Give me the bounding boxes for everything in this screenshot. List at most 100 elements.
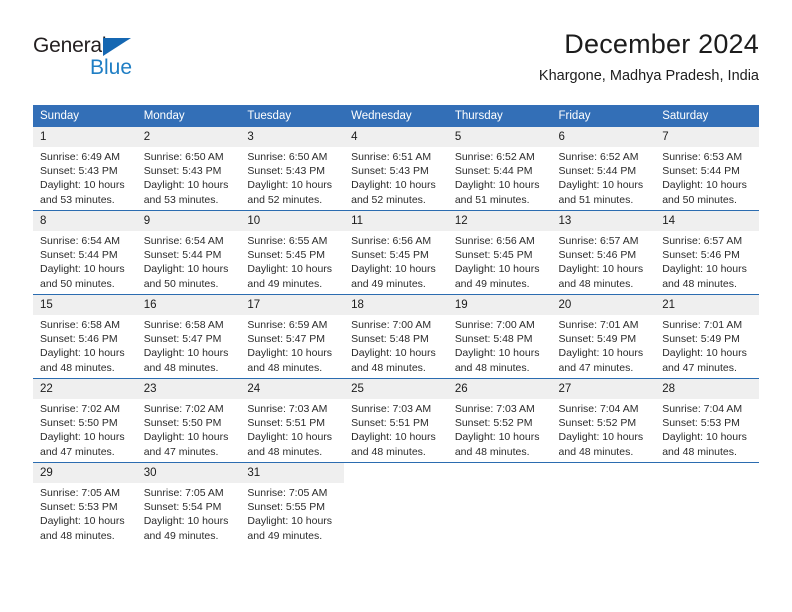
day-cell: 17 Sunrise: 6:59 AM Sunset: 5:47 PM Dayligh…: [240, 294, 345, 379]
day-cell-inner[interactable]: 29 Sunrise: 7:05 AM Sunset: 5:53 PM Dayligh…: [33, 463, 137, 546]
day-cell-inner[interactable]: 2 Sunrise: 6:50 AM Sunset: 5:43 PM Daylight…: [136, 127, 241, 210]
day-number: 19: [447, 295, 552, 315]
day-cell-inner[interactable]: 27 Sunrise: 7:04 AM Sunset: 5:52 PM Dayligh…: [551, 379, 656, 462]
logo-text-general: General: [33, 34, 107, 57]
day-cell-inner[interactable]: 21 Sunrise: 7:01 AM Sunset: 5:49 PM Dayligh…: [655, 295, 759, 378]
day-cell-inner[interactable]: 6 Sunrise: 6:52 AM Sunset: 5:44 PM Daylight…: [551, 127, 656, 210]
general-blue-logo[interactable]: General Blue: [33, 34, 193, 90]
daylight-text: Daylight: 10 hours and 48 minutes.: [247, 347, 333, 374]
day-cell-inner[interactable]: 11 Sunrise: 6:56 AM Sunset: 5:45 PM Dayligh…: [344, 211, 448, 294]
day-number: 2: [136, 127, 241, 147]
sunrise-text: Sunrise: 6:59 AM: [247, 319, 328, 331]
day-details: Sunrise: 6:52 AM Sunset: 5:44 PM Daylight:…: [448, 147, 552, 207]
day-details: Sunrise: 6:52 AM Sunset: 5:44 PM Daylight:…: [552, 147, 656, 207]
sunrise-text: Sunrise: 7:03 AM: [454, 403, 535, 415]
day-cell: 2 Sunrise: 6:50 AM Sunset: 5:43 PM Daylight…: [136, 127, 241, 211]
daylight-text: Daylight: 10 hours and 48 minutes.: [662, 263, 747, 290]
day-details: Sunrise: 7:03 AM Sunset: 5:52 PM Daylight:…: [448, 399, 552, 459]
daylight-text: Daylight: 10 hours and 48 minutes.: [558, 431, 644, 458]
day-cell-inner[interactable]: 16 Sunrise: 6:58 AM Sunset: 5:47 PM Dayligh…: [136, 295, 241, 378]
sunrise-text: Sunrise: 6:54 AM: [143, 235, 224, 247]
day-cell-inner[interactable]: 7 Sunrise: 6:53 AM Sunset: 5:44 PM Daylight…: [655, 127, 759, 210]
day-details: Sunrise: 7:00 AM Sunset: 5:48 PM Daylight:…: [344, 315, 448, 375]
day-cell-inner[interactable]: 17 Sunrise: 6:59 AM Sunset: 5:47 PM Dayligh…: [240, 295, 345, 378]
daylight-text: Daylight: 10 hours and 48 minutes.: [247, 431, 333, 458]
day-cell-inner[interactable]: 5 Sunrise: 6:52 AM Sunset: 5:44 PM Daylight…: [447, 127, 552, 210]
day-cell-inner[interactable]: 20 Sunrise: 7:01 AM Sunset: 5:49 PM Dayligh…: [551, 295, 656, 378]
day-number: 15: [33, 295, 137, 315]
day-cell-inner[interactable]: 22 Sunrise: 7:02 AM Sunset: 5:50 PM Dayligh…: [33, 379, 137, 462]
day-cell-inner[interactable]: 31 Sunrise: 7:05 AM Sunset: 5:55 PM Dayligh…: [240, 463, 345, 546]
day-number: [552, 463, 656, 470]
day-cell-inner[interactable]: 18 Sunrise: 7:00 AM Sunset: 5:48 PM Dayligh…: [344, 295, 448, 378]
daylight-text: Daylight: 10 hours and 51 minutes.: [454, 179, 540, 206]
day-details: Sunrise: 7:05 AM Sunset: 5:53 PM Daylight:…: [33, 483, 137, 543]
week-row: 1 Sunrise: 6:49 AM Sunset: 5:43 PM Daylight…: [33, 127, 759, 211]
day-cell: 27 Sunrise: 7:04 AM Sunset: 5:52 PM Dayligh…: [551, 378, 656, 463]
day-number: 11: [344, 211, 448, 231]
daylight-text: Daylight: 10 hours and 49 minutes.: [143, 515, 229, 542]
day-details: Sunrise: 6:50 AM Sunset: 5:43 PM Daylight:…: [137, 147, 241, 207]
day-number: 8: [33, 211, 137, 231]
sunset-text: Sunset: 5:50 PM: [143, 417, 222, 430]
day-details: Sunrise: 6:53 AM Sunset: 5:44 PM Daylight:…: [655, 147, 759, 207]
sunset-text: Sunset: 5:53 PM: [662, 417, 740, 430]
day-cell: 29 Sunrise: 7:05 AM Sunset: 5:53 PM Dayligh…: [33, 462, 137, 546]
day-number: 25: [344, 379, 448, 399]
day-cell: 3 Sunrise: 6:50 AM Sunset: 5:43 PM Daylight…: [240, 127, 345, 211]
sunset-text: Sunset: 5:50 PM: [40, 417, 118, 430]
sunset-text: Sunset: 5:45 PM: [351, 249, 429, 262]
calendar-header-row: Sunday Monday Tuesday Wednesday Thursday…: [33, 105, 759, 127]
day-cell-inner[interactable]: 9 Sunrise: 6:54 AM Sunset: 5:44 PM Daylight…: [136, 211, 241, 294]
day-cell-inner[interactable]: 30 Sunrise: 7:05 AM Sunset: 5:54 PM Dayligh…: [136, 463, 241, 546]
daylight-text: Daylight: 10 hours and 47 minutes.: [558, 347, 644, 374]
day-cell: 25 Sunrise: 7:03 AM Sunset: 5:51 PM Dayligh…: [344, 378, 448, 463]
daylight-text: Daylight: 10 hours and 47 minutes.: [143, 431, 229, 458]
day-cell-inner[interactable]: 1 Sunrise: 6:49 AM Sunset: 5:43 PM Daylight…: [33, 127, 137, 210]
day-number: 18: [344, 295, 448, 315]
day-number: 26: [447, 379, 552, 399]
sunrise-text: Sunrise: 7:03 AM: [351, 403, 432, 415]
day-cell-inner[interactable]: 14 Sunrise: 6:57 AM Sunset: 5:46 PM Dayligh…: [655, 211, 759, 294]
day-cell-inner[interactable]: 23 Sunrise: 7:02 AM Sunset: 5:50 PM Dayligh…: [136, 379, 241, 462]
daylight-text: Daylight: 10 hours and 49 minutes.: [247, 263, 333, 290]
day-number: 20: [551, 295, 656, 315]
sunset-text: Sunset: 5:47 PM: [143, 333, 222, 346]
day-cell-inner[interactable]: 13 Sunrise: 6:57 AM Sunset: 5:46 PM Dayligh…: [551, 211, 656, 294]
weekday-header-sunday: Sunday: [33, 105, 137, 127]
sunset-text: Sunset: 5:45 PM: [247, 249, 326, 262]
daylight-text: Daylight: 10 hours and 48 minutes.: [143, 347, 229, 374]
calendar-page: General Blue December 2024 Khargone, Mad…: [0, 0, 792, 612]
day-cell-inner[interactable]: 12 Sunrise: 6:56 AM Sunset: 5:45 PM Dayligh…: [447, 211, 552, 294]
day-cell-inner[interactable]: 3 Sunrise: 6:50 AM Sunset: 5:43 PM Daylight…: [240, 127, 345, 210]
sunrise-text: Sunrise: 6:57 AM: [558, 235, 639, 247]
week-row: 22 Sunrise: 7:02 AM Sunset: 5:50 PM Dayligh…: [33, 378, 759, 463]
sunrise-text: Sunrise: 6:51 AM: [351, 151, 432, 163]
day-details: Sunrise: 7:00 AM Sunset: 5:48 PM Daylight:…: [448, 315, 552, 375]
sunset-text: Sunset: 5:46 PM: [558, 249, 637, 262]
daylight-text: Daylight: 10 hours and 48 minutes.: [454, 347, 540, 374]
day-number: 28: [655, 379, 759, 399]
day-cell-inner[interactable]: 28 Sunrise: 7:04 AM Sunset: 5:53 PM Dayligh…: [655, 379, 759, 462]
sunset-text: Sunset: 5:43 PM: [143, 165, 222, 178]
sunrise-text: Sunrise: 7:00 AM: [351, 319, 432, 331]
day-number: 27: [551, 379, 656, 399]
day-cell-inner[interactable]: 4 Sunrise: 6:51 AM Sunset: 5:43 PM Daylight…: [344, 127, 448, 210]
logo-text-blue: Blue: [90, 56, 133, 79]
day-number: 12: [447, 211, 552, 231]
week-row: 15 Sunrise: 6:58 AM Sunset: 5:46 PM Dayligh…: [33, 294, 759, 379]
sunrise-text: Sunrise: 6:58 AM: [40, 319, 120, 331]
daylight-text: Daylight: 10 hours and 48 minutes.: [662, 431, 747, 458]
day-number: 5: [447, 127, 552, 147]
day-cell-inner[interactable]: 26 Sunrise: 7:03 AM Sunset: 5:52 PM Dayligh…: [447, 379, 552, 462]
location-subtitle: Khargone, Madhya Pradesh, India: [538, 68, 759, 84]
sunset-text: Sunset: 5:44 PM: [662, 165, 740, 178]
day-cell-inner[interactable]: 24 Sunrise: 7:03 AM Sunset: 5:51 PM Dayligh…: [240, 379, 345, 462]
day-cell-inner[interactable]: 25 Sunrise: 7:03 AM Sunset: 5:51 PM Dayligh…: [344, 379, 448, 462]
day-cell-inner[interactable]: 19 Sunrise: 7:00 AM Sunset: 5:48 PM Dayligh…: [447, 295, 552, 378]
day-cell-inner[interactable]: 8 Sunrise: 6:54 AM Sunset: 5:44 PM Daylight…: [33, 211, 137, 294]
daylight-text: Daylight: 10 hours and 48 minutes.: [351, 431, 436, 458]
sunrise-text: Sunrise: 7:04 AM: [662, 403, 743, 415]
day-cell-inner[interactable]: 10 Sunrise: 6:55 AM Sunset: 5:45 PM Dayligh…: [240, 211, 345, 294]
day-cell-inner[interactable]: 15 Sunrise: 6:58 AM Sunset: 5:46 PM Dayligh…: [33, 295, 137, 378]
